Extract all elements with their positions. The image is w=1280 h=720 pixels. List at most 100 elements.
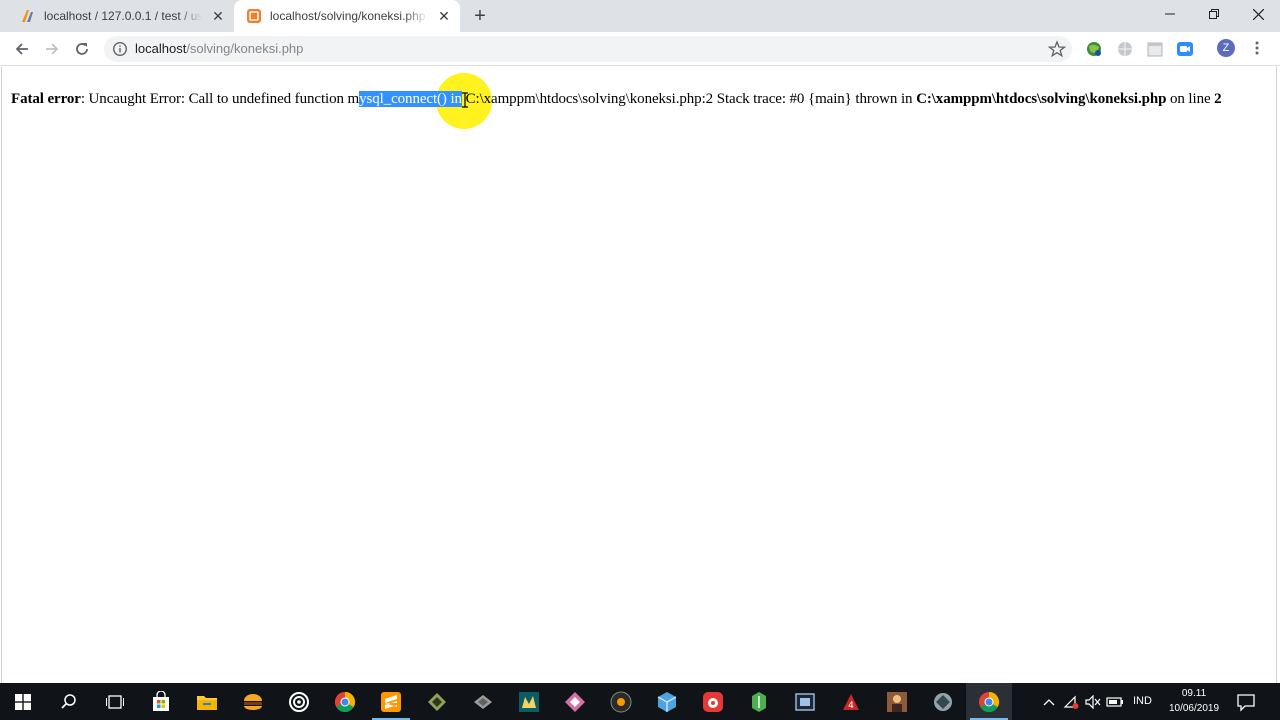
back-button[interactable] [10,37,34,61]
error-text-middle: C:\xamppm\htdocs\solving\koneksi.php:2 S… [461,91,917,107]
app-4[interactable] [552,683,598,720]
extension-grey-globe-icon[interactable] [1116,40,1134,58]
clock-time: 09.11 [1181,688,1207,699]
error-file-path: C:\xamppm\htdocs\solving\koneksi.php [916,91,1167,107]
app-icon-3 [519,691,539,712]
address-bar[interactable]: localhost/solving/koneksi.php [104,36,1072,62]
extension-calendar-icon[interactable] [1146,40,1164,58]
target-app[interactable] [276,683,322,720]
chrome-icon [334,691,356,712]
file-explorer-app[interactable] [184,683,230,720]
store-icon [153,690,169,711]
task-view-button[interactable] [92,683,138,720]
input-language[interactable]: IND [1133,683,1152,720]
sublime-text-icon [381,691,401,712]
error-label: Fatal error [11,91,81,107]
app-icon-4 [565,691,585,712]
network-error-icon [1063,695,1079,709]
search-button[interactable] [46,683,92,720]
tab-strip: localhost / 127.0.0.1 / test / user ✕ lo… [0,0,1280,32]
chrome-active-icon [979,691,1000,712]
app-icon-10: 4 [843,693,859,711]
url-text[interactable]: localhost/solving/koneksi.php [135,41,303,56]
restore-icon [1209,9,1219,19]
task-view-icon [106,694,124,709]
forward-button[interactable] [40,37,64,61]
app-icon-1 [428,692,446,711]
app-1[interactable] [414,683,460,720]
bookmark-star-icon[interactable] [1048,40,1066,58]
error-on-line: on line [1166,91,1215,107]
clock-date: 10/06/2019 [1168,703,1220,714]
forward-arrow-icon [46,43,59,55]
app-10[interactable]: 4 [828,683,874,720]
chrome-app[interactable] [322,683,368,720]
reload-icon [76,43,88,55]
minimize-icon [1165,13,1175,15]
svg-text:4: 4 [848,701,854,711]
app-icon-6 [657,691,677,712]
chevron-up-icon [1043,698,1055,705]
app-2[interactable] [460,683,506,720]
burger-app[interactable] [230,683,276,720]
selected-text: ysql_connect() in [359,91,462,107]
action-center-icon[interactable] [1236,692,1256,712]
info-icon[interactable] [112,41,128,57]
tab-title: localhost / 127.0.0.1 / test / user [44,9,202,23]
app-8[interactable] [736,683,782,720]
close-window-button[interactable] [1236,0,1280,28]
app-7[interactable] [690,683,736,720]
windows-taskbar: 4 IND 09.11 10/06/2019 [0,683,1280,720]
page-content: Fatal error: Uncaught Error: Call to und… [1,67,1277,683]
tab-koneksi[interactable]: localhost/solving/koneksi.php ✕ [234,0,460,32]
extension-globe-icon[interactable] [1085,40,1103,58]
close-icon [1252,8,1264,20]
tab-title: localhost/solving/koneksi.php [270,9,426,23]
burger-icon [244,693,262,710]
app-icon-2 [474,694,492,709]
xampp-icon [247,9,261,23]
tray-battery[interactable] [1104,683,1126,720]
php-error-message: Fatal error: Uncaught Error: Call to und… [11,91,1222,108]
close-tab-icon[interactable]: ✕ [210,8,226,24]
folder-icon [197,695,217,710]
target-icon [289,691,309,712]
search-icon [61,693,76,709]
text-cursor-icon [462,92,468,108]
url-host: localhost [135,41,187,56]
phpmyadmin-icon [22,10,33,22]
tab-phpmyadmin[interactable]: localhost / 127.0.0.1 / test / user ✕ [8,0,234,32]
url-path: /solving/koneksi.php [186,41,304,56]
menu-dots-icon[interactable] [1250,40,1264,56]
reload-button[interactable] [70,37,94,61]
minimize-button[interactable] [1148,0,1192,28]
app-5[interactable] [598,683,644,720]
app-3[interactable] [506,683,552,720]
volume-muted-icon [1085,694,1101,709]
app-9[interactable] [782,683,828,720]
new-tab-button[interactable]: + [470,6,490,26]
clock[interactable]: 09.11 10/06/2019 [1162,686,1226,716]
chrome-active-app[interactable] [966,683,1012,720]
app-6[interactable] [644,683,690,720]
app-icon-11 [887,691,907,712]
error-line-number: 2 [1214,91,1222,107]
store-app[interactable] [138,683,184,720]
app-icon-9 [795,692,815,711]
extension-zoom-icon[interactable] [1176,40,1194,58]
tray-overflow-button[interactable] [1038,683,1060,720]
restore-button[interactable] [1192,0,1236,28]
start-button[interactable] [0,683,46,720]
tray-network-error[interactable] [1060,683,1082,720]
close-tab-icon[interactable]: ✕ [436,8,452,24]
browser-toolbar: localhost/solving/koneksi.php [0,32,1280,66]
app-icon-8 [752,691,766,712]
profile-avatar[interactable]: Z [1217,39,1235,57]
back-arrow-icon [15,43,28,55]
app-11[interactable] [874,683,920,720]
sublime-text-app[interactable] [368,683,414,720]
tray-volume[interactable] [1082,683,1104,720]
app-12[interactable] [920,683,966,720]
window-controls [1148,0,1280,32]
error-text-start: : Uncaught Error: Call to undefined func… [80,91,360,107]
